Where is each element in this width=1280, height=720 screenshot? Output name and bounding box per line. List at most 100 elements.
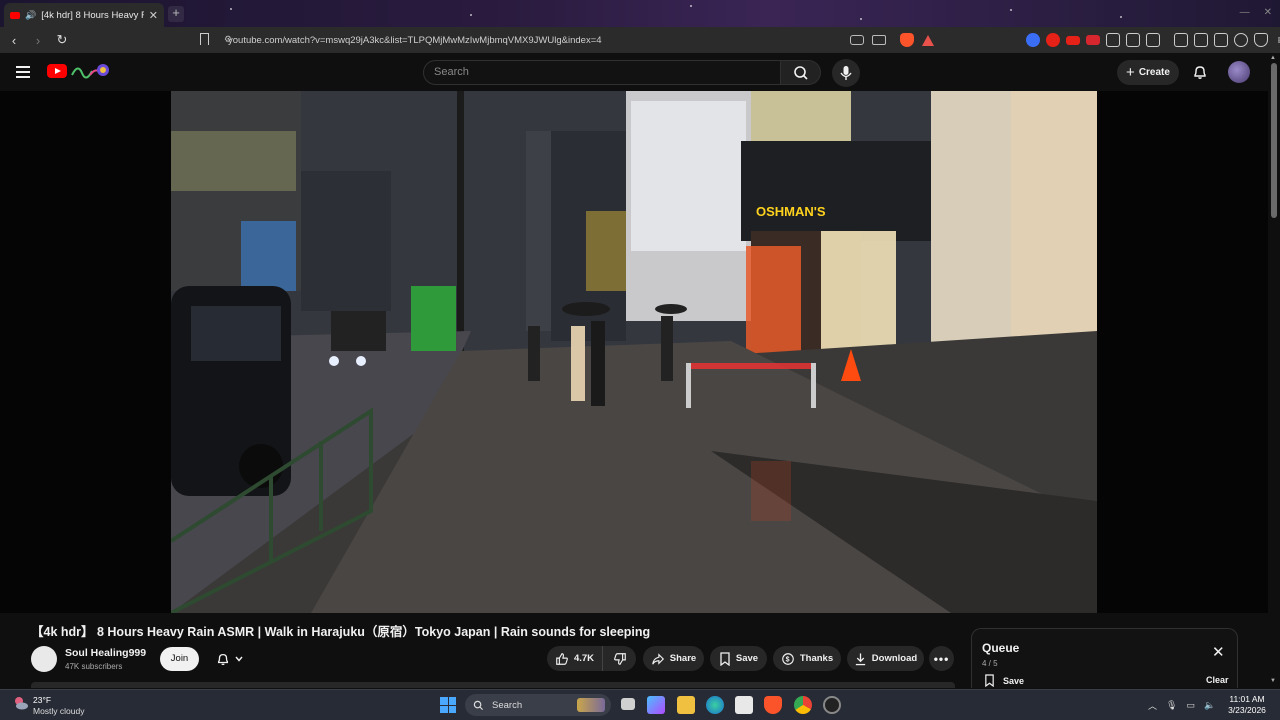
background-star [690, 5, 692, 7]
weather-cloudy-icon[interactable] [13, 695, 29, 711]
browser-menu-icon[interactable]: ≡ [1274, 33, 1280, 47]
like-count: 4.7K [573, 653, 595, 664]
queue-panel: Queue 4 / 5 ✕ Save Clear [971, 628, 1238, 688]
youtube-extension-icon[interactable] [1046, 33, 1060, 47]
like-button[interactable]: 4.7K [547, 646, 602, 671]
page-scrollbar[interactable] [1268, 53, 1280, 689]
window-minimize-icon[interactable]: — [1240, 7, 1250, 18]
scroll-down-arrow-icon[interactable]: ▼ [1270, 678, 1276, 684]
copilot-icon[interactable] [647, 696, 665, 714]
url-text[interactable]: youtube.com/watch?v=mswq29jA3kc&list=TLP… [228, 35, 602, 46]
queue-position: 4 / 5 [982, 659, 998, 668]
dislike-button[interactable] [602, 646, 636, 671]
back-icon[interactable]: ‹ [4, 33, 24, 48]
share-label: Share [669, 653, 697, 664]
edge-browser-icon[interactable] [706, 696, 724, 714]
join-button[interactable]: Join [160, 647, 199, 671]
reload-icon[interactable]: ↻ [52, 32, 72, 48]
leo-ai-icon[interactable] [1234, 33, 1248, 47]
channel-avatar[interactable] [31, 646, 57, 672]
network-icon[interactable]: ▭ [1186, 700, 1195, 711]
microphone-tray-icon[interactable]: 🎙 [1166, 700, 1177, 711]
share-arrow-icon [651, 652, 664, 665]
thumbs-down-icon [613, 652, 626, 665]
forward-icon[interactable]: › [28, 33, 48, 48]
search-icon [473, 700, 484, 710]
search-button[interactable] [781, 60, 821, 85]
taskbar-search-box[interactable]: Search [465, 694, 611, 716]
extension-icon[interactable] [1086, 35, 1100, 45]
share-page-icon[interactable] [872, 35, 886, 45]
search-input[interactable]: Search [423, 60, 781, 85]
extension-icon[interactable] [1126, 33, 1140, 47]
subscriber-count: 47K subscribers [65, 662, 123, 671]
address-bar[interactable]: ⚙ youtube.com/watch?v=mswq29jA3kc&list=T… [196, 30, 940, 50]
task-view-icon[interactable] [621, 698, 635, 710]
volume-icon[interactable]: 🔈 [1204, 700, 1215, 711]
weather-temperature[interactable]: 23°F [33, 695, 51, 705]
brave-browser-icon[interactable] [764, 696, 782, 714]
description-box[interactable] [31, 682, 955, 688]
background-star [230, 8, 232, 10]
scrollbar-thumb[interactable] [1271, 63, 1277, 218]
tray-overflow-chevron-icon[interactable]: ︿ [1148, 699, 1157, 712]
tab-title: [4k hdr] 8 Hours Heavy Rain [41, 9, 144, 21]
share-button[interactable]: Share [643, 646, 704, 671]
speaker-icon[interactable]: 🔊 [25, 10, 36, 21]
bell-icon [217, 653, 229, 666]
extension-icon[interactable] [1026, 33, 1040, 47]
brave-shield-icon[interactable] [900, 33, 914, 47]
wallet-icon[interactable] [1214, 33, 1228, 47]
voice-search-button[interactable] [832, 59, 860, 87]
video-frame[interactable]: OSHMAN'S [171, 91, 1097, 613]
rewards-icon[interactable] [922, 34, 934, 46]
account-avatar[interactable] [1228, 61, 1250, 83]
file-explorer-icon[interactable] [677, 696, 695, 714]
downloads-icon[interactable] [1146, 33, 1160, 47]
tab-close-icon[interactable]: ✕ [149, 9, 158, 22]
create-button[interactable]: + Create [1117, 60, 1179, 85]
queue-clear-button[interactable]: Clear [1206, 675, 1229, 685]
vpn-icon[interactable] [1254, 33, 1268, 47]
extension-icon[interactable] [1106, 33, 1120, 47]
download-button[interactable]: Download [847, 646, 924, 671]
youtube-header: Search + Create [0, 53, 1280, 91]
microsoft-store-icon[interactable] [735, 696, 753, 714]
notifications-bell-icon[interactable] [1192, 64, 1208, 80]
thanks-button[interactable]: $ Thanks [773, 646, 841, 671]
video-player[interactable]: OSHMAN'S [0, 91, 1268, 613]
taskbar-clock[interactable]: 11:01 AM 3/23/2026 [1222, 694, 1272, 716]
channel-name[interactable]: Soul Healing999 [65, 647, 146, 659]
music-icon[interactable] [1174, 33, 1188, 47]
oshmans-store-sign: OSHMAN'S [756, 204, 826, 219]
youtube-logo-icon[interactable] [47, 64, 67, 78]
more-actions-button[interactable]: ••• [929, 646, 954, 671]
youtube-doodle-logo[interactable] [70, 61, 110, 81]
background-star [470, 14, 472, 16]
youtube-favicon-icon [10, 11, 20, 19]
site-info-icon[interactable]: ⚙ [224, 34, 232, 45]
extension-icon[interactable] [1066, 35, 1080, 45]
bookmark-icon[interactable] [200, 33, 209, 45]
weather-description[interactable]: Mostly cloudy [33, 706, 85, 716]
chrome-browser-icon[interactable] [794, 696, 812, 714]
window-close-icon[interactable]: ✕ [1264, 7, 1272, 18]
new-tab-button[interactable]: + [168, 6, 184, 22]
queue-save-label: Save [1003, 675, 1025, 686]
queue-save-button[interactable]: Save [984, 674, 1024, 687]
clock-date: 3/23/2026 [1228, 705, 1266, 715]
windows-start-icon[interactable] [440, 697, 456, 713]
more-horizontal-icon: ••• [933, 651, 950, 666]
browser-tab-strip: 🔊 [4k hdr] 8 Hours Heavy Rain ✕ + — ✕ [0, 0, 1280, 27]
save-button[interactable]: Save [710, 646, 767, 671]
queue-close-icon[interactable]: ✕ [1212, 643, 1225, 661]
obs-studio-icon[interactable] [823, 696, 841, 714]
address-bar-actions [850, 27, 934, 53]
sidebar-icon[interactable] [1194, 33, 1208, 47]
browser-tab-active[interactable]: 🔊 [4k hdr] 8 Hours Heavy Rain ✕ [4, 3, 164, 27]
scroll-up-arrow-icon[interactable]: ▲ [1270, 55, 1276, 61]
hamburger-menu-icon[interactable] [16, 66, 30, 78]
cast-icon[interactable] [850, 35, 864, 45]
save-bookmark-icon [985, 674, 994, 687]
subscription-notifications-button[interactable] [206, 647, 254, 671]
